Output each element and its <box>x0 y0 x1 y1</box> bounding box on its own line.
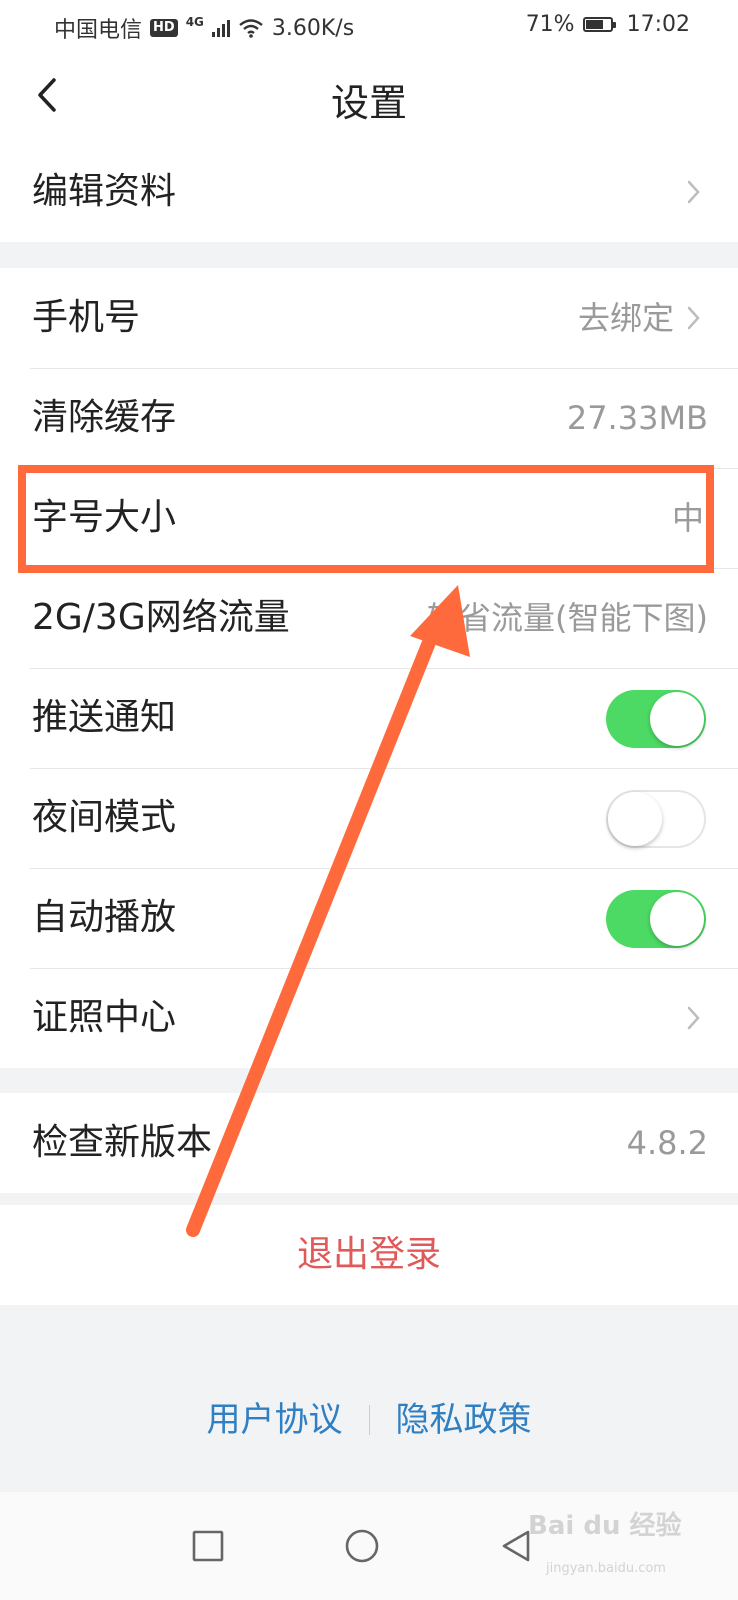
license-center-row[interactable]: 证照中心 <box>0 968 738 1068</box>
home-circle-icon[interactable] <box>344 1528 380 1564</box>
network-type: 4G <box>185 15 204 29</box>
phone-label: 手机号 <box>32 297 141 338</box>
navigation-bar: 设置 <box>0 50 738 142</box>
battery-percent: 71% <box>525 12 575 37</box>
phone-row[interactable]: 手机号 去绑定 <box>0 268 738 368</box>
network-traffic-row[interactable]: 2G/3G网络流量 较省流量(智能下图) <box>0 568 738 668</box>
autoplay-toggle[interactable] <box>606 890 706 948</box>
night-mode-label: 夜间模式 <box>32 797 177 838</box>
version-value: 4.8.2 <box>626 1124 708 1162</box>
wifi-icon <box>239 19 263 38</box>
check-version-label: 检查新版本 <box>32 1122 213 1163</box>
watermark-brand: Bai du 经验 <box>528 1511 682 1541</box>
settings-group-profile: 编辑资料 <box>0 142 738 242</box>
phone-bind-value: 去绑定 <box>577 299 674 337</box>
check-version-row[interactable]: 检查新版本 4.8.2 <box>0 1093 738 1193</box>
toggle-knob <box>608 792 662 846</box>
status-bar: 中国电信 HD 4G 3.60K/s 71% 17:02 <box>0 0 738 50</box>
hd-badge: HD <box>150 19 178 37</box>
edit-profile-row[interactable]: 编辑资料 <box>0 142 738 242</box>
license-center-label: 证照中心 <box>32 997 177 1038</box>
push-notifications-label: 推送通知 <box>32 697 177 738</box>
push-notifications-toggle[interactable] <box>606 690 706 748</box>
autoplay-row: 自动播放 <box>0 868 738 968</box>
settings-group-version: 检查新版本 4.8.2 <box>0 1093 738 1193</box>
page-title: 设置 <box>330 81 407 125</box>
privacy-policy-link[interactable]: 隐私政策 <box>396 1400 532 1440</box>
chevron-right-icon <box>687 180 700 204</box>
edit-profile-label: 编辑资料 <box>32 171 177 212</box>
settings-group-main: 手机号 去绑定 清除缓存 27.33MB 字号大小 中 2G/3G网络流量 较省… <box>0 268 738 1068</box>
night-mode-toggle[interactable] <box>606 790 706 848</box>
network-speed: 3.60K/s <box>271 15 355 41</box>
status-bar-left: 中国电信 HD 4G 3.60K/s <box>54 12 354 44</box>
autoplay-label: 自动播放 <box>32 897 177 938</box>
status-bar-right: 71% 17:02 <box>526 12 690 37</box>
clear-cache-row[interactable]: 清除缓存 27.33MB <box>0 368 738 468</box>
font-size-value: 中 <box>671 499 704 537</box>
cache-size-value: 27.33MB <box>566 399 708 437</box>
font-size-row[interactable]: 字号大小 中 <box>0 468 738 568</box>
clear-cache-label: 清除缓存 <box>32 397 177 438</box>
chevron-right-icon <box>687 306 700 330</box>
link-divider <box>368 1405 370 1435</box>
network-traffic-label: 2G/3G网络流量 <box>32 597 290 638</box>
carrier-name: 中国电信 <box>54 18 143 43</box>
baidu-jingyan-watermark: Bai du 经验 jingyan.baidu.com <box>528 1505 708 1585</box>
font-size-label: 字号大小 <box>32 497 177 538</box>
chevron-right-icon <box>687 1006 700 1030</box>
push-notifications-row: 推送通知 <box>0 668 738 768</box>
network-traffic-value: 较省流量(智能下图) <box>427 599 708 637</box>
toggle-knob <box>650 692 704 746</box>
toggle-knob <box>650 892 704 946</box>
night-mode-row: 夜间模式 <box>0 768 738 868</box>
signal-icon <box>211 19 230 37</box>
watermark-domain: jingyan.baidu.com <box>546 1561 666 1576</box>
footer-links: 用户协议 隐私政策 <box>0 1392 738 1441</box>
logout-button[interactable]: 退出登录 <box>0 1205 738 1305</box>
recent-apps-square-icon[interactable] <box>190 1528 226 1564</box>
clock: 17:02 <box>626 12 690 37</box>
battery-icon <box>582 17 616 32</box>
user-agreement-link[interactable]: 用户协议 <box>207 1400 343 1440</box>
